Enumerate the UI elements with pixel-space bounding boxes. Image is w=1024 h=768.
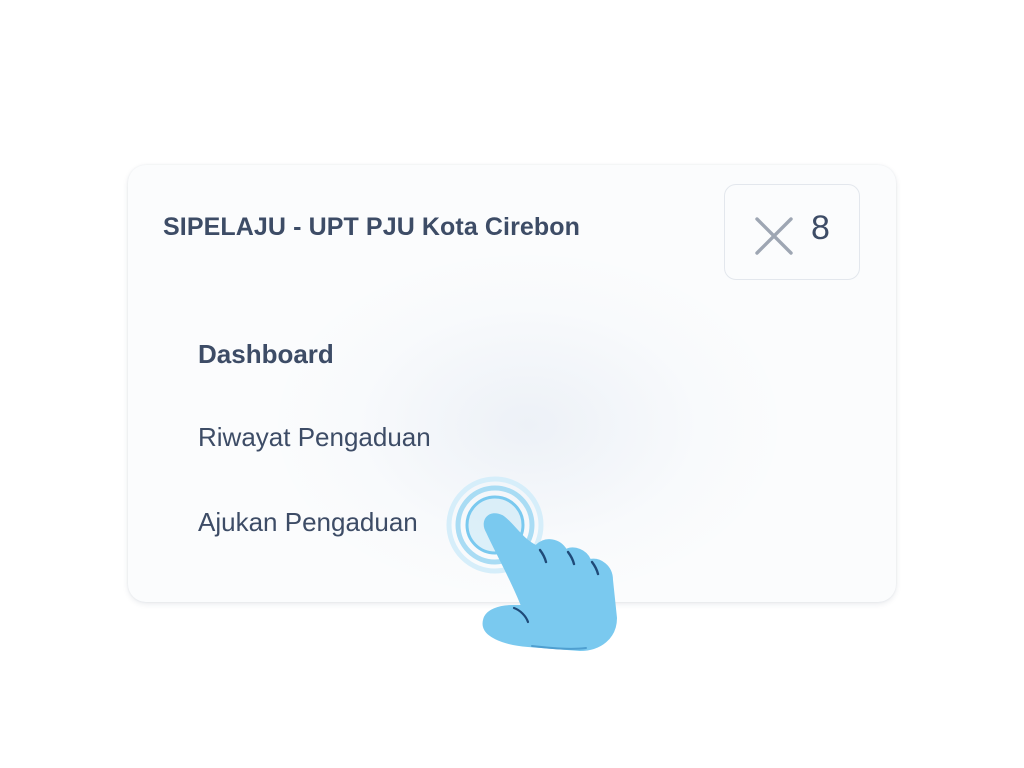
close-icon [755,217,793,255]
navigation-menu-panel: SIPELAJU - UPT PJU Kota Cirebon 8 Dashbo… [128,165,896,602]
close-button-label: 8 [811,209,830,247]
close-menu-button[interactable]: 8 [724,184,860,280]
nav-item-ajukan-pengaduan[interactable]: Ajukan Pengaduan [198,507,418,538]
screen: SIPELAJU - UPT PJU Kota Cirebon 8 Dashbo… [0,0,1024,768]
nav-item-riwayat-pengaduan[interactable]: Riwayat Pengaduan [198,422,431,453]
app-title: SIPELAJU - UPT PJU Kota Cirebon [163,213,581,241]
nav-item-dashboard[interactable]: Dashboard [198,339,334,370]
